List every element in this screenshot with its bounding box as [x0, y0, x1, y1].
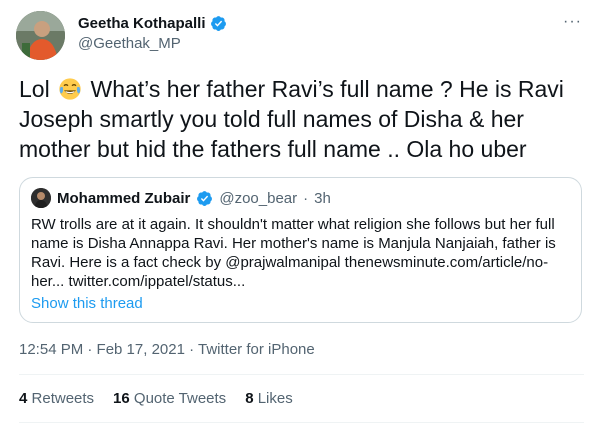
quoted-author-name: Mohammed Zubair [57, 189, 191, 207]
quoted-tweet-text: RW trolls are at it again. It shouldn't … [31, 216, 556, 290]
quoted-tweet[interactable]: Mohammed Zubair @zoo_bear · 3h RW trolls… [19, 177, 582, 323]
author-name[interactable]: Geetha Kothapalli [78, 15, 206, 32]
show-thread-link[interactable]: Show this thread [31, 295, 143, 312]
quoted-author-handle: @zoo_bear [219, 189, 298, 207]
divider [19, 374, 584, 375]
tweet-stats: 4 Retweets 16 Quote Tweets 8 Likes [19, 390, 293, 407]
author-handle[interactable]: @Geethak_MP [78, 35, 227, 52]
quote-tweets-label: Quote Tweets [133, 390, 227, 407]
tweet-meta[interactable]: 12:54 PM · Feb 17, 2021 · Twitter for iP… [19, 341, 315, 358]
quote-tweets-stat[interactable]: 16 Quote Tweets [113, 390, 226, 407]
verified-badge-icon [197, 190, 213, 206]
likes-stat[interactable]: 8 Likes [245, 390, 293, 407]
retweets-count: 4 [19, 390, 28, 407]
quoted-time: 3h [314, 189, 331, 207]
tweet-card: Geetha Kothapalli @Geethak_MP ··· Lol Wh… [0, 0, 600, 425]
quoted-author-avatar [31, 188, 51, 208]
likes-label: Likes [257, 390, 293, 407]
tears-of-joy-emoji-icon [59, 78, 81, 100]
quoted-tweet-header: Mohammed Zubair @zoo_bear · 3h [31, 188, 331, 208]
quoted-separator: · [303, 189, 309, 207]
author-block: Geetha Kothapalli @Geethak_MP [78, 13, 227, 52]
tweet-text-part-1: Lol [19, 76, 57, 102]
retweets-label: Retweets [31, 390, 95, 407]
tweet-text-part-2: What’s her father Ravi’s full name ? He … [19, 76, 564, 162]
tweet-text: Lol What’s her father Ravi’s full name ?… [19, 74, 584, 164]
author-avatar[interactable] [16, 11, 65, 60]
more-options-icon[interactable]: ··· [563, 14, 582, 30]
verified-badge-icon [210, 15, 226, 31]
author-name-row[interactable]: Geetha Kothapalli [78, 13, 227, 33]
retweets-stat[interactable]: 4 Retweets [19, 390, 94, 407]
likes-count: 8 [245, 390, 254, 407]
divider-bottom [19, 422, 584, 423]
quote-tweets-count: 16 [113, 390, 130, 407]
